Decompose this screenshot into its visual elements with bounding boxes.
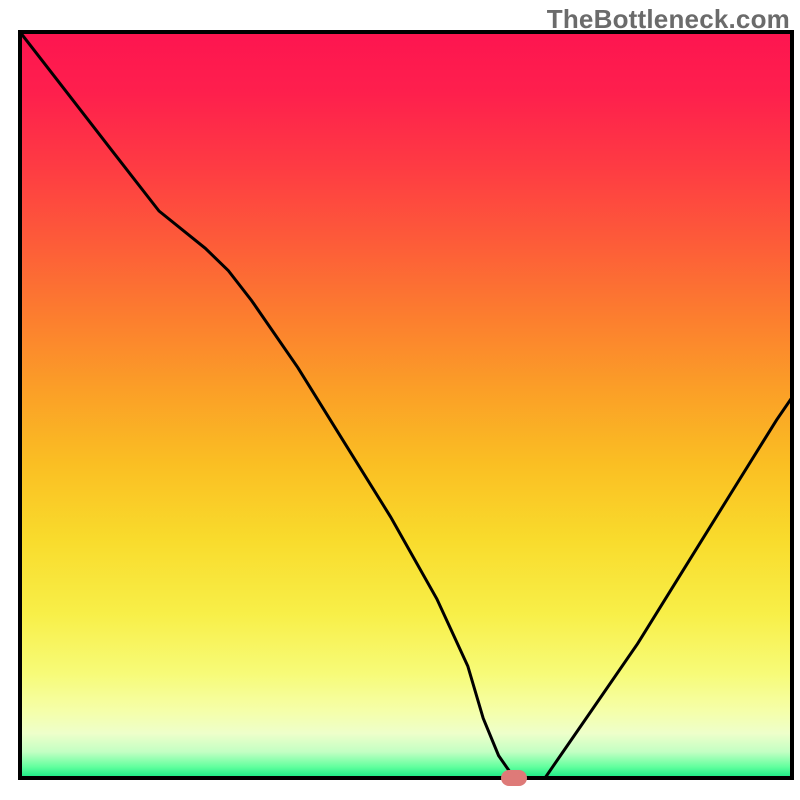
bottleneck-chart	[0, 0, 800, 800]
plot-background	[20, 32, 792, 778]
chart-container: TheBottleneck.com	[0, 0, 800, 800]
optimal-point-marker	[501, 770, 527, 786]
